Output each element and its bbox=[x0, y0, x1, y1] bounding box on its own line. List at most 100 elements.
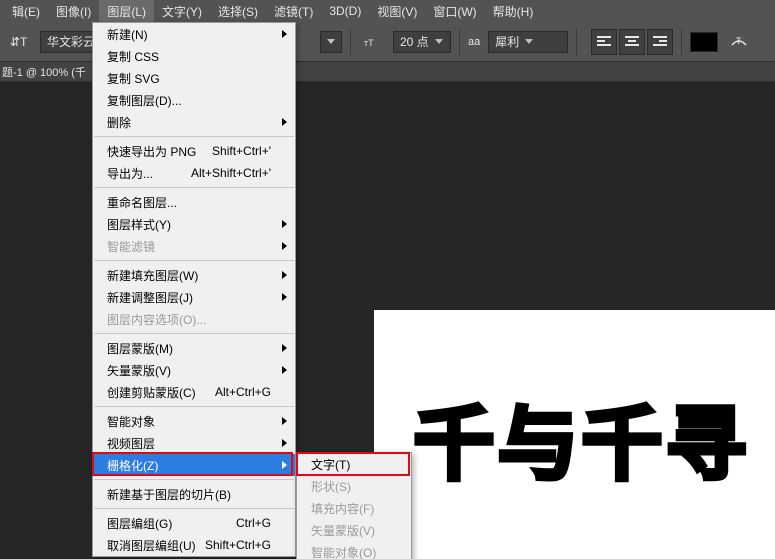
menu-item[interactable]: 取消图层编组(U)Shift+Ctrl+G bbox=[93, 534, 295, 556]
menu-3d[interactable]: 3D(D) bbox=[321, 1, 369, 21]
menu-item-label: 智能滤镜 bbox=[107, 238, 155, 255]
menu-item[interactable]: 新建调整图层(J) bbox=[93, 286, 295, 308]
antialias-value: 犀利 bbox=[495, 33, 519, 50]
text-orientation-icon[interactable]: ⇵T bbox=[6, 29, 32, 55]
menu-item-label: 图层编组(G) bbox=[107, 515, 172, 532]
document-tab-title: 题-1 @ 100% (千 bbox=[2, 64, 86, 80]
menu-item-label: 取消图层编组(U) bbox=[107, 537, 196, 554]
menu-bar: 辑(E) 图像(I) 图层(L) 文字(Y) 选择(S) 滤镜(T) 3D(D)… bbox=[0, 0, 775, 22]
menu-item[interactable]: 新建(N) bbox=[93, 23, 295, 45]
menu-item[interactable]: 智能对象 bbox=[93, 410, 295, 432]
menu-filter[interactable]: 滤镜(T) bbox=[266, 0, 321, 23]
menu-item-shortcut: Alt+Shift+Ctrl+' bbox=[191, 166, 271, 180]
submenu-arrow-icon bbox=[282, 242, 287, 250]
menu-item-label: 复制 CSS bbox=[107, 48, 159, 65]
submenu-arrow-icon bbox=[282, 220, 287, 228]
align-right-button[interactable] bbox=[647, 29, 673, 55]
menu-item[interactable]: 新建基于图层的切片(B) bbox=[93, 483, 295, 505]
menu-item-label: 形状(S) bbox=[311, 478, 351, 495]
menu-item-label: 图层内容选项(O)... bbox=[107, 311, 206, 328]
canvas[interactable]: 千与千寻 bbox=[374, 310, 775, 559]
menu-item-label: 图层蒙版(M) bbox=[107, 340, 173, 357]
menu-layer[interactable]: 图层(L) bbox=[99, 0, 154, 23]
menu-item-label: 重命名图层... bbox=[107, 194, 177, 211]
menu-item: 填充内容(F) bbox=[297, 497, 411, 519]
submenu-arrow-icon bbox=[282, 439, 287, 447]
submenu-arrow-icon bbox=[282, 461, 287, 469]
menu-item[interactable]: 图层蒙版(M) bbox=[93, 337, 295, 359]
menu-item[interactable]: 快速导出为 PNGShift+Ctrl+' bbox=[93, 140, 295, 162]
menu-item-label: 图层样式(Y) bbox=[107, 216, 171, 233]
antialias-label: aa bbox=[468, 36, 480, 48]
menu-item-label: 创建剪贴蒙版(C) bbox=[107, 384, 196, 401]
antialias-dropdown[interactable]: 犀利 bbox=[488, 31, 568, 53]
warp-text-icon[interactable]: T bbox=[726, 29, 752, 55]
separator bbox=[459, 29, 460, 55]
menu-item[interactable]: 图层编组(G) Ctrl+G bbox=[93, 512, 295, 534]
separator bbox=[350, 29, 351, 55]
menu-item[interactable]: 复制图层(D)... bbox=[93, 89, 295, 111]
menu-item[interactable]: 复制 CSS bbox=[93, 45, 295, 67]
menu-view[interactable]: 视图(V) bbox=[369, 0, 425, 23]
layer-menu: 新建(N) 复制 CSS 复制 SVG 复制图层(D)... 删除快速导出为 PNGSh… bbox=[92, 22, 296, 557]
submenu-arrow-icon bbox=[282, 271, 287, 279]
menu-item[interactable]: 导出为... Alt+Shift+Ctrl+' bbox=[93, 162, 295, 184]
menu-item-label: 栅格化(Z) bbox=[107, 457, 158, 474]
menu-item[interactable]: 创建剪贴蒙版(C) Alt+Ctrl+G bbox=[93, 381, 295, 403]
font-size-dropdown[interactable]: 20 点 bbox=[393, 31, 451, 53]
menu-item-label: 新建调整图层(J) bbox=[107, 289, 193, 306]
menu-item: 智能滤镜 bbox=[93, 235, 295, 257]
text-align-group bbox=[591, 29, 673, 55]
menu-item[interactable]: 矢量蒙版(V) bbox=[93, 359, 295, 381]
menu-item-shortcut: Shift+Ctrl+' bbox=[212, 144, 271, 158]
menu-item: 矢量蒙版(V) bbox=[297, 519, 411, 541]
menu-item[interactable]: 视频图层 bbox=[93, 432, 295, 454]
font-family-value: 华文彩云 bbox=[47, 33, 95, 50]
align-center-button[interactable] bbox=[619, 29, 645, 55]
submenu-arrow-icon bbox=[282, 344, 287, 352]
rasterize-submenu: 文字(T) 形状(S) 填充内容(F) 矢量蒙版(V) 智能对象(O) bbox=[296, 452, 412, 559]
separator bbox=[576, 29, 577, 55]
align-left-button[interactable] bbox=[591, 29, 617, 55]
menu-item-label: 复制图层(D)... bbox=[107, 92, 182, 109]
menu-item-shortcut: Alt+Ctrl+G bbox=[215, 385, 271, 399]
menu-item-label: 复制 SVG bbox=[107, 70, 160, 87]
menu-item: 智能对象(O) bbox=[297, 541, 411, 559]
separator bbox=[681, 29, 682, 55]
menu-item-label: 新建基于图层的切片(B) bbox=[107, 486, 231, 503]
font-size-icon: тT bbox=[359, 29, 385, 55]
menu-help[interactable]: 帮助(H) bbox=[485, 0, 542, 23]
menu-item-label: 矢量蒙版(V) bbox=[311, 522, 375, 539]
menu-item[interactable]: 新建填充图层(W) bbox=[93, 264, 295, 286]
menu-item[interactable]: 图层样式(Y) bbox=[93, 213, 295, 235]
submenu-arrow-icon bbox=[282, 293, 287, 301]
font-style-dropdown[interactable] bbox=[320, 31, 342, 53]
svg-text:⇵T: ⇵T bbox=[10, 35, 28, 49]
menu-type[interactable]: 文字(Y) bbox=[154, 0, 210, 23]
svg-text:T: T bbox=[736, 36, 742, 46]
menu-item-shortcut: Ctrl+G bbox=[236, 516, 271, 530]
submenu-arrow-icon bbox=[282, 30, 287, 38]
menu-edit[interactable]: 辑(E) bbox=[4, 0, 48, 23]
menu-image[interactable]: 图像(I) bbox=[48, 0, 99, 23]
menu-item-label: 矢量蒙版(V) bbox=[107, 362, 171, 379]
menu-item: 形状(S) bbox=[297, 475, 411, 497]
menu-item-label: 智能对象 bbox=[107, 413, 155, 430]
menu-item[interactable]: 复制 SVG bbox=[93, 67, 295, 89]
text-color-swatch[interactable] bbox=[690, 32, 718, 52]
submenu-arrow-icon bbox=[282, 118, 287, 126]
menu-item[interactable]: 重命名图层... bbox=[93, 191, 295, 213]
submenu-arrow-icon bbox=[282, 366, 287, 374]
menu-item[interactable]: 文字(T) bbox=[297, 453, 411, 475]
menu-select[interactable]: 选择(S) bbox=[210, 0, 266, 23]
menu-item-label: 填充内容(F) bbox=[311, 500, 374, 517]
menu-item[interactable]: 栅格化(Z) bbox=[93, 454, 295, 476]
menu-item-label: 视频图层 bbox=[107, 435, 155, 452]
menu-item-label: 导出为... bbox=[107, 165, 153, 182]
menu-item-label: 删除 bbox=[107, 114, 131, 131]
canvas-text: 千与千寻 bbox=[414, 380, 750, 496]
menu-window[interactable]: 窗口(W) bbox=[425, 0, 484, 23]
menu-item-label: 智能对象(O) bbox=[311, 544, 376, 559]
menu-item[interactable]: 删除 bbox=[93, 111, 295, 133]
menu-item: 图层内容选项(O)... bbox=[93, 308, 295, 330]
